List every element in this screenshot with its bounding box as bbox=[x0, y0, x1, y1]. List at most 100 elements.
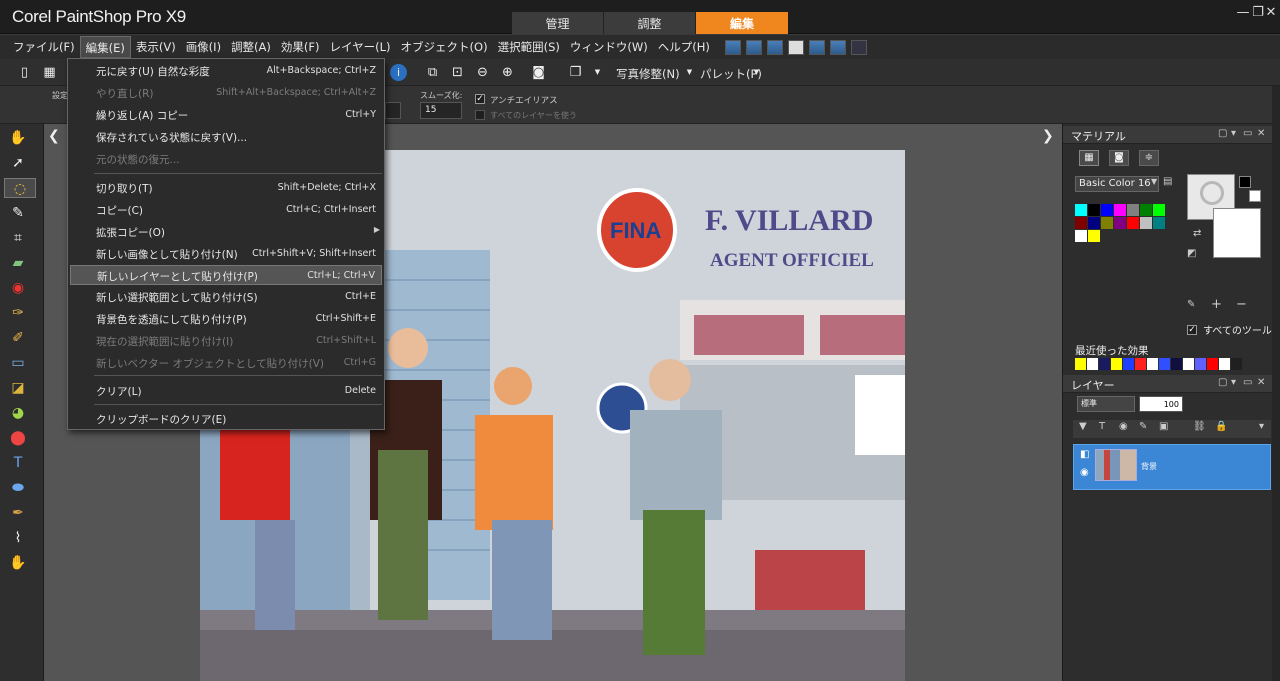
tab-manage[interactable]: 管理 bbox=[512, 12, 604, 34]
panel-menu-icon[interactable]: ▾ bbox=[1231, 128, 1236, 139]
all-layers-checkbox[interactable] bbox=[475, 110, 485, 120]
foreground-color-swatch[interactable] bbox=[1239, 176, 1251, 188]
info-icon[interactable]: i bbox=[390, 64, 407, 81]
recent-effect-thumb[interactable] bbox=[1231, 358, 1242, 370]
zoom-out-icon[interactable]: ⊖ bbox=[474, 64, 491, 81]
replace-color-icon[interactable]: ◪ bbox=[8, 378, 28, 398]
layers-float-icon[interactable]: ▢ bbox=[1218, 377, 1227, 388]
warp-brush-icon[interactable]: ⌇ bbox=[8, 528, 28, 548]
smudge-icon[interactable]: ✋ bbox=[8, 553, 28, 573]
edit-menu-item[interactable]: 繰り返し(A) コピー Ctrl+Y bbox=[70, 105, 382, 125]
recent-effect-thumb[interactable] bbox=[1219, 358, 1230, 370]
menu-adjust[interactable]: 調整(A) bbox=[226, 36, 276, 58]
edit-menu-item[interactable]: 保存されている状態に戻す(V)... bbox=[70, 127, 382, 147]
palette-dropdown-icon[interactable]: ▼ bbox=[748, 64, 765, 81]
text-tool-icon[interactable]: T bbox=[8, 453, 28, 473]
retouch-icon[interactable]: ▭ bbox=[8, 353, 28, 373]
layers-menu-icon[interactable]: ▾ bbox=[1231, 377, 1236, 388]
crop-icon[interactable]: ⌗ bbox=[8, 228, 28, 248]
rainbow-tab-icon[interactable]: ◙ bbox=[1109, 150, 1129, 166]
menu-file[interactable]: ファイル(F) bbox=[8, 36, 80, 58]
red-eye-icon[interactable]: ◉ bbox=[8, 278, 28, 298]
fit-icon[interactable]: ⊡ bbox=[449, 64, 466, 81]
color-swatch[interactable] bbox=[1127, 204, 1139, 216]
color-swatch[interactable] bbox=[1088, 230, 1100, 242]
edit-menu-item[interactable]: コピー(C) Ctrl+C; Ctrl+Insert bbox=[70, 200, 382, 220]
color-swatch[interactable] bbox=[1101, 217, 1113, 229]
color-swatch[interactable] bbox=[1075, 204, 1087, 216]
photo-fix-menu[interactable]: 写真修整(N) bbox=[616, 66, 680, 82]
swatch-tab-icon[interactable]: ▦ bbox=[1079, 150, 1099, 166]
recent-effect-thumb[interactable] bbox=[1207, 358, 1218, 370]
menu-window[interactable]: ウィンドウ(W) bbox=[565, 36, 653, 58]
palette-select[interactable]: Basic Color 16 bbox=[1075, 176, 1159, 192]
reset-colors-icon[interactable]: ◩ bbox=[1187, 248, 1196, 259]
opacity-field[interactable]: 100 bbox=[1139, 396, 1183, 412]
image-icon[interactable] bbox=[766, 39, 783, 55]
paste-dropdown-icon[interactable]: ▼ bbox=[589, 64, 606, 81]
edit-menu-item[interactable]: クリア(L) Delete bbox=[70, 381, 382, 401]
color-swatch[interactable] bbox=[1088, 217, 1100, 229]
color-swatch[interactable] bbox=[1075, 217, 1087, 229]
color-swatch[interactable] bbox=[1114, 204, 1126, 216]
layers-pin-icon[interactable]: ▭ bbox=[1243, 377, 1252, 388]
chain-icon[interactable]: ⛓ bbox=[1193, 421, 1206, 432]
new-layer-icon[interactable]: ▼ bbox=[1079, 421, 1087, 432]
clone-icon[interactable]: ✐ bbox=[8, 328, 28, 348]
edit-menu-item[interactable]: 新しい画像として貼り付け(N) Ctrl+Shift+V; Shift+Inser… bbox=[70, 244, 382, 264]
menu-edit[interactable]: 編集(E) bbox=[79, 36, 131, 58]
add-icon[interactable]: + bbox=[1211, 297, 1222, 312]
link-layers-icon[interactable]: ✎ bbox=[1139, 421, 1147, 432]
chevron-right-icon[interactable]: ❯ bbox=[1042, 128, 1054, 144]
edit-menu-item[interactable]: 新しいレイヤーとして貼り付け(P) Ctrl+L; Ctrl+V bbox=[70, 265, 382, 285]
menu-effects[interactable]: 効果(F) bbox=[276, 36, 325, 58]
layer-eye-icon[interactable]: ◉ bbox=[1080, 467, 1089, 478]
sliders-tab-icon[interactable]: ≑ bbox=[1139, 150, 1159, 166]
color-swatch[interactable] bbox=[1101, 204, 1113, 216]
remove-icon[interactable]: − bbox=[1236, 297, 1247, 312]
pan-tool-icon[interactable]: ✋ bbox=[8, 128, 28, 148]
layers-more-icon[interactable]: ▾ bbox=[1259, 421, 1264, 432]
edit-menu-item[interactable]: 新しい選択範囲として貼り付け(S) Ctrl+E bbox=[70, 287, 382, 307]
makeover-icon[interactable]: ✑ bbox=[8, 303, 28, 323]
recent-effect-thumb[interactable] bbox=[1195, 358, 1206, 370]
recent-effect-thumb[interactable] bbox=[1183, 358, 1194, 370]
layers-close-icon[interactable]: ✕ bbox=[1257, 377, 1265, 388]
screen-icon[interactable] bbox=[829, 39, 846, 55]
photo-fix-dropdown-icon[interactable]: ▼ bbox=[681, 64, 698, 81]
preset-shape-icon[interactable]: ⬬ bbox=[8, 478, 28, 498]
recent-effect-thumb[interactable] bbox=[1171, 358, 1182, 370]
edit-menu-item[interactable]: 元に戻す(U) 自然な彩度 Alt+Backspace; Ctrl+Z bbox=[70, 61, 382, 81]
color-swatches[interactable] bbox=[1075, 204, 1165, 242]
right-scrollbar[interactable] bbox=[1272, 86, 1280, 681]
palette-select-arrow-icon[interactable]: ▼ bbox=[1151, 177, 1157, 186]
menu-view[interactable]: 表示(V) bbox=[131, 36, 181, 58]
recent-effect-thumb[interactable] bbox=[1087, 358, 1098, 370]
new-vector-layer-icon[interactable]: T bbox=[1099, 421, 1105, 432]
chevron-left-icon[interactable]: ❮ bbox=[48, 128, 60, 144]
all-tools-checkbox[interactable]: ✓ bbox=[1187, 325, 1197, 335]
panel-float-icon[interactable]: ▢ bbox=[1218, 128, 1227, 139]
edit-menu-item[interactable]: 拡張コピー(O) ▶ bbox=[70, 222, 382, 242]
color-swatch[interactable] bbox=[1140, 217, 1152, 229]
pen-icon[interactable]: ✒ bbox=[8, 503, 28, 523]
smooth-spinner[interactable]: 15 bbox=[420, 102, 462, 119]
color-swatch[interactable] bbox=[1127, 217, 1139, 229]
recent-effect-thumb[interactable] bbox=[1135, 358, 1146, 370]
menu-image[interactable]: 画像(I) bbox=[181, 36, 226, 58]
edit-menu-item[interactable]: クリップボードのクリア(E) bbox=[70, 409, 382, 429]
recent-effect-thumb[interactable] bbox=[1159, 358, 1170, 370]
paste-icon[interactable]: ❐ bbox=[567, 64, 584, 81]
pick-tool-icon[interactable]: ➚ bbox=[8, 153, 28, 173]
mask-icon[interactable]: ▣ bbox=[1159, 421, 1168, 432]
width-spinner[interactable] bbox=[385, 102, 401, 119]
recent-effect-thumb[interactable] bbox=[1075, 358, 1086, 370]
dropper-mini-icon[interactable]: ✎ bbox=[1187, 299, 1195, 310]
new-file-icon[interactable]: ▯ bbox=[16, 64, 33, 81]
close-icon[interactable]: ✕ bbox=[1261, 5, 1280, 21]
panel-pin-icon[interactable]: ▭ bbox=[1243, 128, 1252, 139]
recent-effect-thumb[interactable] bbox=[1111, 358, 1122, 370]
menu-selections[interactable]: 選択範囲(S) bbox=[493, 36, 565, 58]
straighten-icon[interactable]: ▰ bbox=[8, 253, 28, 273]
blend-mode-select[interactable]: 標準 bbox=[1077, 396, 1135, 412]
